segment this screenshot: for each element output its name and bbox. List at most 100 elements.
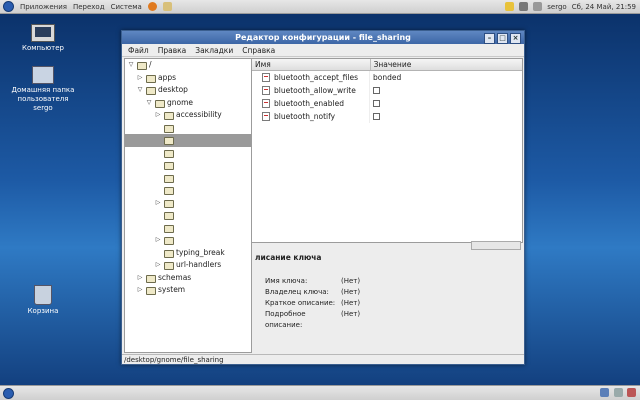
folder-icon	[164, 262, 174, 270]
table-row[interactable]: bluetooth_allow_write	[252, 84, 522, 97]
desktop-icon-computer[interactable]: Компьютер	[8, 24, 78, 53]
tree-node[interactable]	[125, 147, 251, 160]
details-label: Имя ключа:	[265, 277, 308, 285]
desktop-icon-home[interactable]: Домашняя папка пользователя sergo	[8, 66, 78, 113]
workspace-switcher-icon[interactable]	[600, 388, 609, 397]
expander-closed-icon[interactable]: ▷	[155, 259, 161, 272]
tree-node-label: accessibility	[176, 110, 222, 119]
tree-node[interactable]: ▷ url-handlers	[125, 259, 251, 272]
desktop-icon-label: Корзина	[27, 307, 59, 315]
configuration-editor-window: Редактор конфигурации - file_sharing – □…	[121, 30, 525, 365]
expander-closed-icon[interactable]: ▷	[155, 234, 161, 247]
tree-node[interactable]	[125, 122, 251, 135]
expander-open-icon[interactable]: ▽	[137, 84, 143, 97]
tree-node[interactable]	[125, 172, 251, 185]
key-table: Имя Значение bluetooth_accept_files bonde…	[251, 58, 523, 243]
top-panel: Приложения Переход Система sergo Сб, 24 …	[0, 0, 640, 14]
folder-icon	[164, 149, 174, 158]
menu-applications[interactable]: Приложения	[20, 3, 67, 11]
tree-node[interactable]: ▷ system	[125, 284, 251, 297]
tree-node[interactable]: ▽ gnome	[125, 97, 251, 110]
details-value: (Нет)	[341, 299, 361, 307]
folder-icon	[164, 137, 174, 145]
volume-icon[interactable]	[533, 2, 543, 11]
tree-node[interactable]	[125, 222, 251, 235]
menu-file[interactable]: Файл	[128, 46, 149, 55]
details-row: Краткое описание: (Нет)	[251, 298, 521, 309]
expander-open-icon[interactable]: ▽	[128, 59, 134, 72]
tree-node[interactable]: ▷ schemas	[125, 272, 251, 285]
expander-closed-icon[interactable]: ▷	[137, 284, 143, 297]
value-checkbox[interactable]	[373, 87, 380, 94]
tree-node[interactable]	[125, 159, 251, 172]
minimize-icon[interactable]: –	[484, 33, 495, 44]
clock[interactable]: Сб, 24 Май, 21:59	[572, 3, 636, 11]
tree-node[interactable]: ▷	[125, 234, 251, 247]
details-label: Владелец ключа:	[265, 288, 329, 296]
menu-help[interactable]: Справка	[242, 46, 275, 55]
key-value[interactable]: bonded	[373, 73, 401, 82]
expander-closed-icon[interactable]: ▷	[155, 109, 161, 122]
config-tree[interactable]: ▽ / ▷ apps ▽ desktop ▽ gnome ▷ accessibility ▷ ▷ typ…	[124, 58, 252, 353]
details-row: Подробное описание: (Нет)	[251, 309, 521, 329]
tree-node[interactable]	[125, 209, 251, 222]
folder-icon	[146, 287, 156, 295]
tree-node[interactable]: typing_break	[125, 247, 251, 260]
user-name[interactable]: sergo	[547, 3, 566, 11]
folder-icon	[164, 212, 174, 220]
window-titlebar[interactable]: Редактор конфигурации - file_sharing – □…	[122, 31, 524, 44]
details-heading: лисание ключа	[255, 253, 322, 262]
expander-closed-icon[interactable]: ▷	[155, 197, 161, 210]
computer-icon	[31, 24, 55, 42]
folder-icon	[137, 62, 147, 70]
folder-icon	[155, 99, 165, 108]
mail-icon[interactable]	[162, 2, 172, 11]
desktop-icon-label: Домашняя папка пользователя sergo	[11, 86, 75, 112]
notification-icon[interactable]	[505, 2, 515, 11]
column-value-header[interactable]: Значение	[371, 59, 522, 70]
trash-icon	[34, 285, 52, 305]
expander-closed-icon[interactable]: ▷	[137, 72, 143, 85]
key-icon	[262, 73, 270, 82]
details-row: Имя ключа: (Нет)	[251, 276, 521, 287]
close-icon[interactable]: ×	[510, 33, 521, 44]
table-row[interactable]: bluetooth_notify	[252, 110, 522, 123]
tree-node[interactable]: ▽ desktop	[125, 84, 251, 97]
tree-node-label: /	[149, 60, 152, 69]
menu-places[interactable]: Переход	[73, 3, 105, 11]
tree-node-label: apps	[158, 72, 177, 82]
value-checkbox[interactable]	[373, 113, 380, 120]
tree-node[interactable]: ▷	[125, 197, 251, 210]
menubar: Файл Правка Закладки Справка	[122, 44, 524, 57]
table-row[interactable]: bluetooth_enabled	[252, 97, 522, 110]
folder-icon	[164, 187, 174, 195]
menu-system[interactable]: Система	[111, 3, 142, 11]
tree-node[interactable]: ▽ /	[125, 59, 251, 72]
tree-node[interactable]: ▷ apps	[125, 72, 251, 85]
workspace-icon[interactable]	[614, 388, 623, 397]
expander-closed-icon[interactable]: ▷	[137, 272, 143, 285]
menu-bookmarks[interactable]: Закладки	[195, 46, 233, 55]
maximize-icon[interactable]: □	[497, 33, 508, 44]
desktop-icon-trash[interactable]: Корзина	[8, 285, 78, 316]
show-desktop-icon[interactable]	[3, 388, 14, 399]
tree-node[interactable]	[125, 184, 251, 197]
tree-node-label: gnome	[167, 97, 194, 107]
value-checkbox[interactable]	[373, 100, 380, 107]
folder-icon	[164, 249, 174, 258]
expander-open-icon[interactable]: ▽	[146, 97, 152, 110]
tree-node-label: schemas	[158, 272, 192, 282]
menu-edit[interactable]: Правка	[158, 46, 187, 55]
firefox-icon[interactable]	[147, 2, 157, 11]
key-icon	[262, 99, 270, 108]
column-name-header[interactable]: Имя	[252, 59, 371, 70]
tree-node[interactable]: ▷ accessibility	[125, 109, 251, 122]
trash-applet-icon[interactable]	[627, 388, 636, 397]
tree-node[interactable]	[125, 134, 251, 147]
bottom-panel	[0, 385, 640, 400]
window-title: Редактор конфигурации - file_sharing	[235, 33, 411, 42]
folder-icon	[164, 112, 174, 120]
fedora-logo-icon[interactable]	[3, 1, 14, 12]
network-icon[interactable]	[519, 2, 529, 11]
table-row[interactable]: bluetooth_accept_files bonded	[252, 71, 522, 84]
